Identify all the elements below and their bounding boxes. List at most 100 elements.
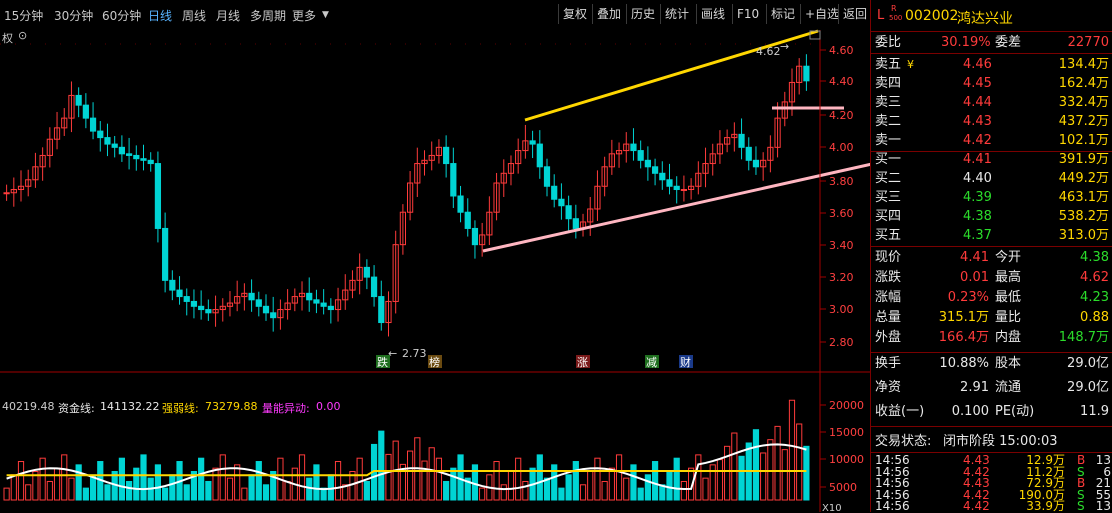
buy-row[interactable]: 买三 4.39 463.1万 — [871, 188, 1112, 208]
candle-body — [183, 296, 190, 302]
sell-row[interactable]: 卖三 4.44 332.4万 — [871, 93, 1112, 113]
price-tick-label: 3.00 — [829, 303, 854, 316]
event-tag[interactable]: 跌 — [377, 355, 388, 369]
stat-value: 148.7万 — [1058, 330, 1109, 345]
sell-price: 4.45 — [963, 76, 992, 91]
volume-bar — [125, 480, 133, 501]
volume-bar — [313, 464, 320, 501]
candle-body — [327, 305, 334, 311]
price-tick-label: 4.60 — [829, 44, 854, 57]
tick-row[interactable]: 14:56 4.42 33.9万 S 13 — [871, 500, 1112, 512]
sell-volume: 162.4万 — [1058, 76, 1109, 91]
event-tag[interactable]: 榜 — [429, 355, 440, 369]
buy-row[interactable]: 买四 4.38 538.2万 — [871, 207, 1112, 227]
stock-header: L R 500 002002 鸿达兴业 — [871, 4, 1112, 30]
volume-bar — [500, 484, 507, 501]
stock-code[interactable]: 002002 — [905, 8, 958, 24]
volume-bar — [327, 474, 334, 501]
candle-body — [248, 292, 255, 301]
volume-bar — [212, 467, 219, 501]
divider — [871, 426, 1112, 427]
quote-panel: L R 500 002002 鸿达兴业 委比 30.19% 委差 22770 卖… — [870, 0, 1112, 512]
stat-label: 最低 — [995, 290, 1022, 305]
event-tag[interactable]: 涨 — [577, 356, 588, 369]
fund-row: 换手 10.88% 股本 29.0亿 — [871, 354, 1112, 374]
sell-label: 卖三 — [875, 95, 902, 110]
tick-price: 4.42 — [963, 499, 990, 513]
volume-bar — [615, 454, 623, 501]
volume-bar — [421, 460, 428, 501]
divider — [871, 352, 1112, 353]
price-tick-label: 4.20 — [829, 109, 854, 122]
volume-bar — [479, 487, 486, 501]
candle-body — [443, 146, 450, 165]
fund-label: 流通 — [995, 380, 1022, 395]
kline-chart[interactable]: 4.60 4.40 4.20 4.00 3.80 3.60 3.40 3.20 3.00 2.80… — [0, 0, 870, 512]
volume-bar — [572, 461, 579, 501]
price-tick-label: 3.80 — [829, 175, 854, 188]
candle-body — [118, 146, 125, 155]
volume-bar — [407, 450, 414, 501]
volume-bar — [702, 477, 709, 501]
weicha-label: 委差 — [995, 35, 1022, 50]
event-tag[interactable]: 财 — [680, 355, 691, 369]
sell-row[interactable]: 卖四 4.45 162.4万 — [871, 74, 1112, 94]
candle-body — [162, 227, 169, 281]
fund-line-value: 141132.22 — [100, 400, 160, 413]
stat-label: 最高 — [995, 270, 1022, 285]
sell-volume: 102.1万 — [1058, 133, 1109, 148]
badge-500: 500 — [889, 14, 903, 22]
weibi-label: 委比 — [875, 35, 902, 50]
buy-row[interactable]: 买五 4.37 313.0万 — [871, 226, 1112, 246]
volume-bar — [3, 487, 10, 501]
price-tick-label: 3.40 — [829, 239, 854, 252]
candle-body — [644, 159, 651, 168]
candle-body — [270, 312, 277, 319]
fund-value: 29.0亿 — [1067, 356, 1109, 371]
sell-row[interactable]: 卖五 ¥ 4.46 134.4万 — [871, 55, 1112, 75]
buy-row[interactable]: 买二 4.40 449.2万 — [871, 169, 1112, 189]
strength-line-value: 73279.88 — [205, 400, 258, 413]
stat-row: 涨幅 0.23% 最低 4.23 — [871, 288, 1112, 308]
buy-row[interactable]: 买一 4.41 391.9万 — [871, 150, 1112, 170]
volume-bar — [608, 467, 615, 501]
volume-bar — [644, 474, 651, 501]
stock-name[interactable]: 鸿达兴业 — [957, 8, 1013, 28]
candle-body — [169, 279, 176, 291]
candle-body — [320, 302, 327, 307]
high-arrow-icon: → — [780, 40, 789, 53]
volume-bar — [507, 471, 515, 501]
volume-bar — [543, 477, 551, 501]
volume-bar — [673, 457, 680, 501]
indicator-lead: 40219.48 — [2, 400, 55, 413]
volume-tick-label: 15000 — [829, 426, 864, 439]
volume-bar — [356, 457, 363, 501]
volume-bar — [724, 445, 731, 501]
trade-status-label: 交易状态: — [875, 434, 932, 449]
fund-row: 净资 2.91 流通 29.0亿 — [871, 378, 1112, 398]
volume-bar — [219, 454, 226, 501]
candle-body — [255, 299, 262, 307]
volume-bar — [435, 457, 443, 501]
candle-body — [745, 146, 752, 161]
buy-volume: 313.0万 — [1058, 228, 1109, 243]
high-annotation: 4.62 — [756, 45, 781, 58]
price-tick-label: 3.20 — [829, 271, 854, 284]
volume-bar — [298, 454, 306, 501]
trend-lines — [482, 29, 870, 253]
sell-label: 卖二 — [875, 114, 902, 129]
price-tick-label: 4.40 — [829, 75, 854, 88]
candles — [3, 54, 810, 337]
fund-label: 股本 — [995, 356, 1022, 371]
event-tag[interactable]: 减 — [646, 356, 657, 369]
candle-body — [536, 143, 543, 168]
stat-label: 量比 — [995, 310, 1022, 325]
buy-label: 买四 — [875, 209, 902, 224]
sell-row[interactable]: 卖二 4.43 437.2万 — [871, 112, 1112, 132]
fund-line-label: 资金线: — [58, 402, 95, 415]
candle-body — [205, 309, 212, 314]
volume-bar — [53, 467, 61, 501]
volume-bar — [169, 474, 176, 501]
sell-row[interactable]: 卖一 4.42 102.1万 — [871, 131, 1112, 151]
candle-body — [543, 166, 551, 187]
